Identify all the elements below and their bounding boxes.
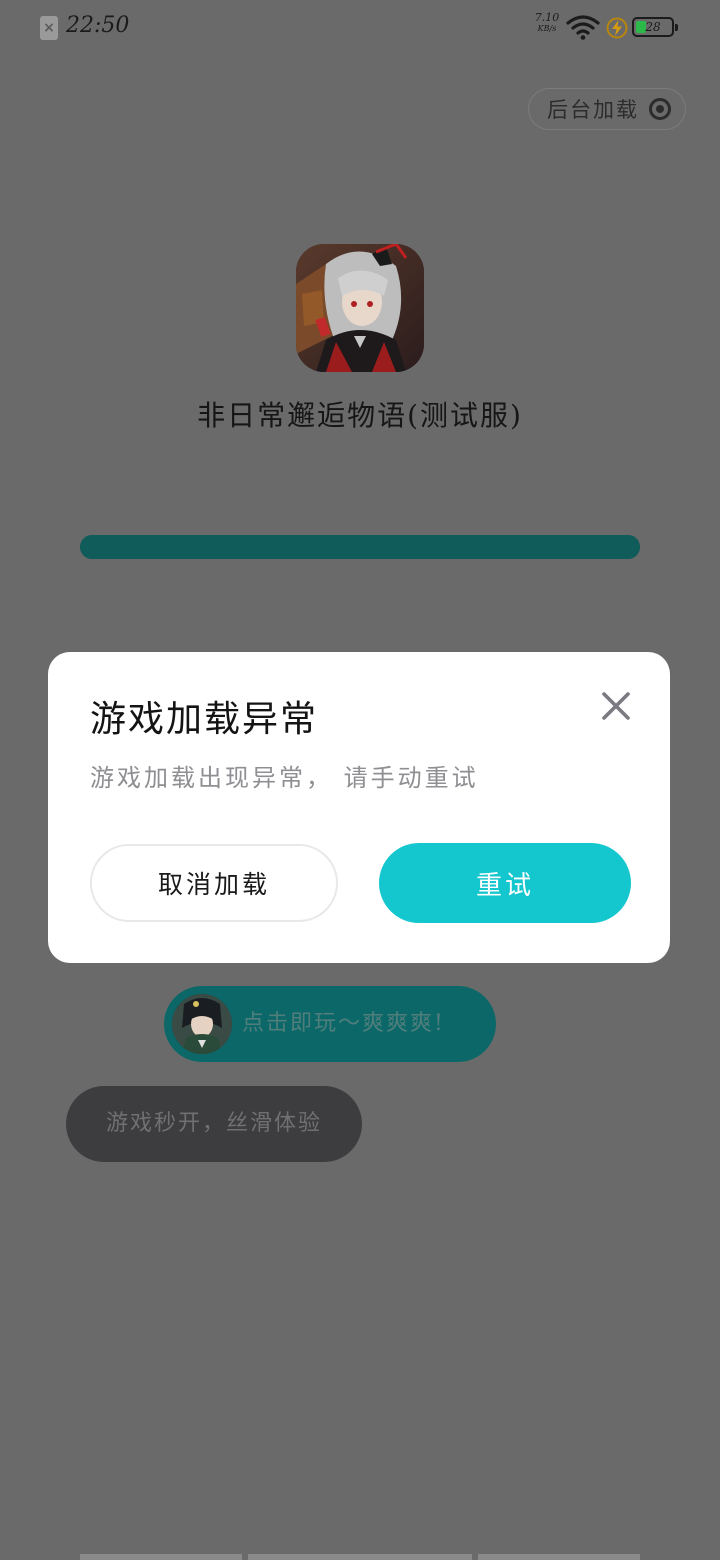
status-bar: × 22:50 7.10 KB/s 28 bbox=[0, 0, 720, 56]
charging-icon bbox=[606, 17, 628, 39]
background-load-button[interactable]: 后台加载 bbox=[528, 88, 686, 130]
app-icon-artwork bbox=[296, 244, 424, 372]
nav-indicator-segment bbox=[478, 1554, 640, 1560]
cancel-load-button[interactable]: 取消加载 bbox=[90, 844, 338, 922]
dialog-message: 游戏加载出现异常， 请手动重试 bbox=[90, 764, 479, 792]
close-icon[interactable] bbox=[598, 688, 634, 724]
loading-progress-fill bbox=[80, 535, 640, 559]
feature-label: 游戏秒开，丝滑体验 bbox=[105, 1111, 322, 1136]
loading-progress-bar bbox=[80, 535, 640, 559]
network-speed-value: 7.10 bbox=[534, 11, 560, 24]
avatar bbox=[172, 994, 232, 1054]
wifi-icon bbox=[566, 15, 600, 40]
nav-indicator-segment bbox=[248, 1554, 472, 1560]
play-now-label: 点击即玩～爽爽爽! bbox=[242, 1011, 445, 1036]
radio-icon bbox=[649, 98, 671, 120]
feature-banner: 游戏秒开，丝滑体验 bbox=[66, 1086, 362, 1162]
background-load-label: 后台加载 bbox=[547, 98, 639, 122]
network-speed: 7.10 KB/s bbox=[532, 12, 562, 34]
retry-button[interactable]: 重试 bbox=[379, 843, 631, 923]
battery-level: 28 bbox=[645, 20, 661, 34]
app-icon bbox=[296, 244, 424, 372]
network-speed-unit: KB/s bbox=[537, 24, 557, 33]
load-error-dialog: 游戏加载异常 游戏加载出现异常， 请手动重试 取消加载 重试 bbox=[48, 652, 670, 963]
status-time: 22:50 bbox=[66, 13, 130, 38]
game-loader-screen: × 22:50 7.10 KB/s 28 后台加载 非日常邂逅物语(测试服) 游… bbox=[0, 0, 720, 1560]
nav-indicator-segment bbox=[80, 1554, 242, 1560]
no-sim-icon: × bbox=[40, 16, 58, 40]
app-title: 非日常邂逅物语(测试服) bbox=[197, 399, 523, 432]
battery-icon: 28 bbox=[632, 17, 678, 37]
dialog-title: 游戏加载异常 bbox=[90, 699, 319, 740]
play-now-banner[interactable]: 点击即玩～爽爽爽! bbox=[164, 986, 496, 1062]
avatar-artwork bbox=[172, 994, 232, 1054]
